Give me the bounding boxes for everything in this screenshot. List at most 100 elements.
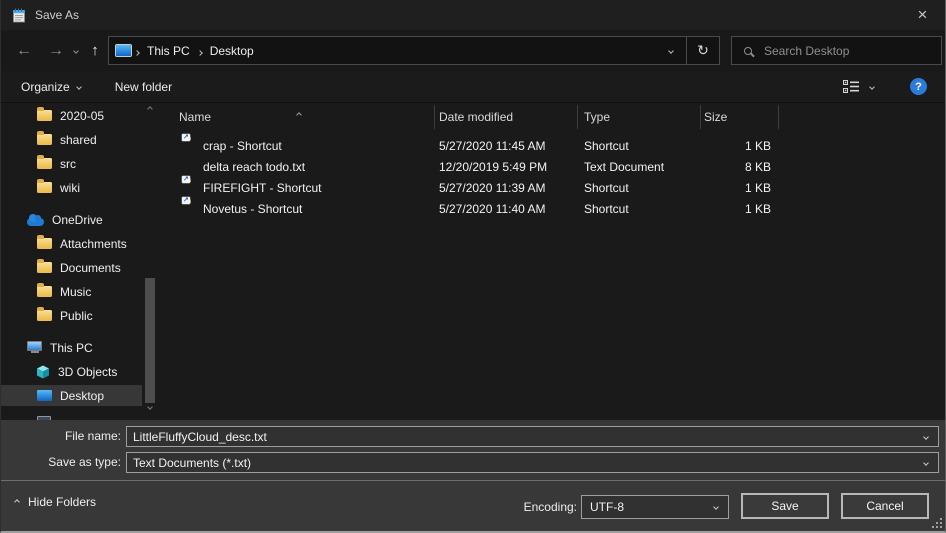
- address-dropdown-button[interactable]: [656, 37, 686, 64]
- sidebar-item-this-pc[interactable]: This PC: [1, 337, 142, 358]
- file-size: 1 KB: [661, 136, 771, 157]
- save-button-label: Save: [771, 499, 798, 513]
- column-header-type[interactable]: Type: [584, 105, 610, 129]
- chevron-down-icon: [76, 84, 82, 90]
- sidebar-item-label: Documents: [60, 261, 121, 275]
- computer-icon: [27, 341, 42, 351]
- onedrive-cloud-icon: [27, 218, 44, 226]
- file-name-input[interactable]: [127, 430, 914, 444]
- save-button[interactable]: Save: [741, 493, 829, 519]
- toolbar-right-group: ?: [843, 78, 927, 95]
- sidebar-item-music[interactable]: Music: [1, 281, 142, 302]
- sidebar-scroll-up-button[interactable]: [144, 107, 156, 111]
- sidebar-item-label: OneDrive: [52, 213, 103, 227]
- up-icon: ↑: [91, 42, 99, 59]
- column-header-size[interactable]: Size: [704, 105, 727, 129]
- breadcrumb-this-pc[interactable]: This PC: [143, 44, 194, 58]
- file-row-crap-shortcut[interactable]: ↗ crap - Shortcut 5/27/2020 11:45 AM Sho…: [161, 136, 946, 157]
- sidebar-item-src[interactable]: src: [1, 153, 142, 174]
- encoding-value: UTF-8: [582, 500, 704, 514]
- sidebar-item-attachments[interactable]: Attachments: [1, 233, 142, 254]
- column-divider[interactable]: [577, 105, 578, 129]
- sidebar-item-label: This PC: [50, 341, 93, 355]
- forward-icon: →: [48, 42, 64, 60]
- desktop-monitor-icon: [37, 390, 52, 401]
- save-as-type-select[interactable]: Text Documents (*.txt): [126, 452, 939, 473]
- navigation-pane: 2020-05 shared src wiki OneDrive Attachm…: [1, 103, 161, 420]
- sidebar-item-3d-objects[interactable]: 3D Objects: [1, 361, 142, 382]
- close-button[interactable]: ×: [900, 0, 945, 30]
- file-list: Name Date modified Type Size ↗ crap - Sh…: [161, 103, 946, 420]
- window-title: Save As: [35, 8, 79, 22]
- folder-icon: [37, 262, 52, 273]
- footer-divider: [1, 480, 945, 481]
- sidebar-item-onedrive[interactable]: OneDrive: [1, 209, 142, 230]
- file-row-firefight-shortcut[interactable]: ↗ FIREFIGHT - Shortcut 5/27/2020 11:39 A…: [161, 178, 946, 199]
- sidebar-item-label: Public: [60, 309, 93, 323]
- column-divider[interactable]: [778, 105, 779, 129]
- file-date: 5/27/2020 11:39 AM: [439, 178, 546, 199]
- navigation-bar: ← → ↑ This PC Desktop ↻: [1, 30, 945, 71]
- save-options-panel: File name: Save as type: Text Documents …: [1, 420, 945, 533]
- chevron-down-icon[interactable]: [914, 461, 938, 465]
- resize-grip[interactable]: [932, 517, 944, 529]
- sidebar-item-label: Attachments: [60, 237, 127, 251]
- file-date: 12/20/2019 5:49 PM: [439, 157, 547, 178]
- column-divider[interactable]: [434, 105, 435, 129]
- help-button[interactable]: ?: [910, 78, 927, 95]
- sidebar-item-wiki[interactable]: wiki: [1, 177, 142, 198]
- refresh-button[interactable]: ↻: [687, 37, 719, 64]
- encoding-select[interactable]: UTF-8: [581, 495, 729, 519]
- address-bar-controls: ↻: [656, 37, 719, 64]
- desktop-location-icon: [116, 45, 131, 56]
- sidebar-item-public[interactable]: Public: [1, 305, 142, 326]
- sidebar-item-2020-05[interactable]: 2020-05: [1, 105, 142, 126]
- hide-folders-label: Hide Folders: [28, 495, 96, 509]
- file-name-combobox[interactable]: [126, 426, 939, 447]
- details-view-icon[interactable]: [843, 80, 860, 93]
- chevron-down-icon[interactable]: [914, 435, 938, 439]
- file-type: Text Document: [584, 157, 664, 178]
- chevron-down-icon: [668, 48, 674, 54]
- folder-icon: [37, 134, 52, 145]
- breadcrumb-desktop[interactable]: Desktop: [206, 44, 258, 58]
- save-as-dialog: Save As × ← → ↑ This PC Desktop ↻: [0, 0, 946, 533]
- sidebar-item-label: 3D Objects: [58, 365, 117, 379]
- sidebar-item-partial[interactable]: [1, 411, 142, 420]
- folder-icon: [37, 286, 52, 297]
- help-icon: ?: [915, 81, 922, 93]
- hide-folders-button[interactable]: Hide Folders: [15, 490, 96, 514]
- sidebar-item-label: Desktop: [60, 389, 104, 403]
- chevron-down-icon[interactable]: [704, 505, 728, 509]
- view-options-chevron-icon[interactable]: [869, 84, 875, 90]
- folder-icon: [37, 110, 52, 121]
- cancel-button[interactable]: Cancel: [841, 493, 929, 519]
- file-date: 5/27/2020 11:40 AM: [439, 199, 546, 220]
- cancel-button-label: Cancel: [866, 499, 903, 513]
- search-input[interactable]: [764, 44, 924, 58]
- column-header-name[interactable]: Name: [179, 105, 211, 129]
- sidebar-scrollbar-thumb[interactable]: [145, 278, 155, 403]
- file-row-novetus-shortcut[interactable]: ↗ Novetus - Shortcut 5/27/2020 11:40 AM …: [161, 199, 946, 220]
- content-area: 2020-05 shared src wiki OneDrive Attachm…: [1, 103, 945, 420]
- sidebar-item-shared[interactable]: shared: [1, 129, 142, 150]
- sidebar-item-label: 2020-05: [60, 109, 104, 123]
- sidebar-scroll-down-button[interactable]: [144, 405, 156, 409]
- address-bar[interactable]: This PC Desktop ↻: [108, 36, 720, 65]
- breadcrumb-separator-icon: [198, 44, 202, 58]
- file-row-delta-reach-todo[interactable]: delta reach todo.txt 12/20/2019 5:49 PM …: [161, 157, 946, 178]
- file-type: Shortcut: [584, 178, 629, 199]
- chevron-up-icon: [14, 499, 20, 505]
- sidebar-item-documents[interactable]: Documents: [1, 257, 142, 278]
- refresh-icon: ↻: [697, 42, 709, 59]
- column-divider[interactable]: [700, 105, 701, 129]
- organize-button[interactable]: Organize: [21, 80, 81, 94]
- column-header-date-modified[interactable]: Date modified: [439, 105, 513, 129]
- back-button[interactable]: ←: [9, 30, 39, 71]
- search-box[interactable]: [731, 36, 942, 65]
- file-name-label: File name:: [1, 426, 121, 447]
- folder-icon: [37, 310, 52, 321]
- new-folder-button[interactable]: New folder: [115, 80, 172, 94]
- up-button[interactable]: ↑: [83, 30, 107, 71]
- sidebar-item-desktop[interactable]: Desktop: [1, 385, 142, 406]
